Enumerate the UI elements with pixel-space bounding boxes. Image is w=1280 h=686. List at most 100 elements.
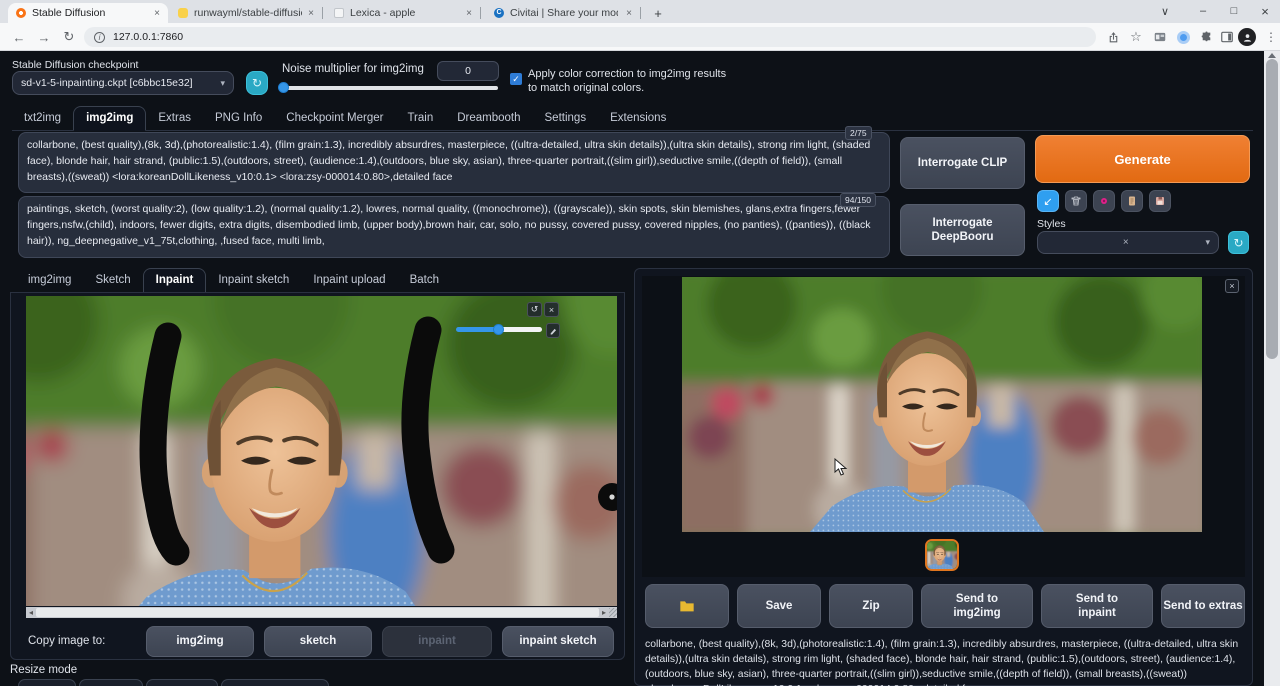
clear-image-button[interactable]: × xyxy=(544,302,559,317)
negative-token-counter: 94/150 xyxy=(840,193,876,207)
window-minimize-button[interactable]: – xyxy=(1190,0,1216,22)
copy-to-inpaint-sketch-button[interactable]: inpaint sketch xyxy=(502,626,614,657)
tab-settings[interactable]: Settings xyxy=(533,107,599,130)
tab-txt2img[interactable]: txt2img xyxy=(12,107,73,130)
browser-menu-icon[interactable]: ⋮ xyxy=(1262,28,1280,46)
new-tab-button[interactable]: + xyxy=(648,3,668,23)
save-style-button[interactable] xyxy=(1149,190,1171,212)
browser-tab-stable-diffusion[interactable]: Stable Diffusion × xyxy=(8,3,168,23)
reload-button[interactable]: ↻ xyxy=(58,26,80,48)
copy-to-sketch-button[interactable]: sketch xyxy=(264,626,372,657)
browser-toolbar: ← → ↻ i 127.0.0.1:7860 ☆ ⋮ xyxy=(0,23,1280,51)
paste-generation-params-button[interactable]: ↙ xyxy=(1037,190,1059,212)
tab-extensions[interactable]: Extensions xyxy=(598,107,678,130)
prompt-token-counter: 2/75 xyxy=(845,126,872,140)
zip-button[interactable]: Zip xyxy=(829,584,913,628)
tab-img2img[interactable]: img2img xyxy=(73,106,146,131)
tab-title: Civitai | Share your models xyxy=(510,7,618,19)
window-maximize-button[interactable]: □ xyxy=(1221,0,1247,22)
extension-circle-icon[interactable] xyxy=(1174,28,1192,46)
tab-extras[interactable]: Extras xyxy=(146,107,203,130)
tab-img2img-mode[interactable]: img2img xyxy=(10,269,83,292)
tab-inpaint-sketch[interactable]: Inpaint sketch xyxy=(206,269,301,292)
browser-tab-civitai[interactable]: C Civitai | Share your models × xyxy=(486,3,640,23)
brush-size-handle[interactable] xyxy=(493,324,504,335)
send-to-img2img-button[interactable]: Send to img2img xyxy=(921,584,1033,628)
resize-grip[interactable] xyxy=(609,608,617,617)
browser-tab-runwayml[interactable]: runwayml/stable-diffusion-inpai × xyxy=(170,3,322,23)
tab-inpaint-upload[interactable]: Inpaint upload xyxy=(301,269,397,292)
extension-grid-icon[interactable] xyxy=(1151,28,1169,46)
address-bar[interactable]: i 127.0.0.1:7860 xyxy=(84,27,1096,47)
tab-close-icon[interactable]: × xyxy=(154,8,160,19)
negative-prompt-textarea[interactable]: paintings, sketch, (worst quality:2), (l… xyxy=(18,196,890,258)
tab-title: Lexica - apple xyxy=(350,7,415,19)
save-button[interactable]: Save xyxy=(737,584,821,628)
noise-multiplier-input[interactable]: 0 xyxy=(437,61,499,81)
profile-avatar[interactable] xyxy=(1238,28,1256,46)
copy-to-img2img-button[interactable]: img2img xyxy=(146,626,254,657)
brush-settings-button[interactable] xyxy=(546,323,560,338)
window-close-button[interactable]: × xyxy=(1252,0,1278,22)
styles-select[interactable]: × ▾ xyxy=(1037,231,1219,254)
tab-checkpoint-merger[interactable]: Checkpoint Merger xyxy=(274,107,395,130)
page-scrollbar[interactable] xyxy=(1264,51,1280,686)
forward-button[interactable]: → xyxy=(33,26,55,48)
hscroll-thumb[interactable] xyxy=(36,608,599,617)
noise-multiplier-slider[interactable] xyxy=(282,86,498,90)
send-to-inpaint-button[interactable]: Send to inpaint xyxy=(1041,584,1153,628)
clear-styles-icon[interactable]: × xyxy=(1123,237,1129,248)
checkpoint-value: sd-v1-5-inpainting.ckpt [c6bbc15e32] xyxy=(21,77,193,89)
back-button[interactable]: ← xyxy=(8,26,30,48)
tab-close-icon[interactable]: × xyxy=(466,8,472,19)
tab-inpaint[interactable]: Inpaint xyxy=(143,268,207,293)
generation-info-text: collarbone, (best quality),(8k, 3d),(pho… xyxy=(645,637,1245,686)
tab-dreambooth[interactable]: Dreambooth xyxy=(445,107,532,130)
resize-option-1[interactable] xyxy=(18,679,76,686)
clear-prompt-button[interactable] xyxy=(1065,190,1087,212)
scroll-right-icon[interactable]: ▸ xyxy=(599,608,609,617)
copy-image-to-label: Copy image to: xyxy=(28,635,105,647)
send-to-extras-button[interactable]: Send to extras xyxy=(1161,584,1245,628)
resize-option-2[interactable] xyxy=(79,679,143,686)
extra-networks-button[interactable] xyxy=(1093,190,1115,212)
tab-train[interactable]: Train xyxy=(395,107,445,130)
share-icon[interactable] xyxy=(1104,28,1122,46)
bookmark-star-icon[interactable]: ☆ xyxy=(1127,28,1145,46)
tab-batch[interactable]: Batch xyxy=(398,269,451,292)
canvas-hscrollbar[interactable]: ◂ ▸ xyxy=(26,607,617,618)
lexica-favicon xyxy=(334,8,344,18)
extensions-puzzle-icon[interactable] xyxy=(1197,28,1215,46)
result-image[interactable] xyxy=(682,277,1202,532)
mouse-cursor xyxy=(834,458,848,476)
close-gallery-button[interactable]: × xyxy=(1225,279,1239,293)
interrogate-deepbooru-button[interactable]: Interrogate DeepBooru xyxy=(900,204,1025,256)
inpaint-canvas[interactable] xyxy=(26,296,617,606)
tab-png-info[interactable]: PNG Info xyxy=(203,107,274,130)
main-tabs: txt2img img2img Extras PNG Info Checkpoi… xyxy=(12,106,1253,131)
browser-tab-lexica[interactable]: Lexica - apple × xyxy=(326,3,480,23)
prompt-textarea[interactable]: collarbone, (best quality),(8k, 3d),(pho… xyxy=(18,132,890,193)
gallery-thumbnail[interactable] xyxy=(925,539,959,571)
tab-close-icon[interactable]: × xyxy=(308,8,314,19)
huggingface-favicon xyxy=(178,8,188,18)
tab-sketch[interactable]: Sketch xyxy=(83,269,142,292)
side-panel-icon[interactable] xyxy=(1218,28,1236,46)
checkpoint-select[interactable]: sd-v1-5-inpainting.ckpt [c6bbc15e32] ▾ xyxy=(12,71,234,95)
refresh-checkpoint-button[interactable]: ↻ xyxy=(246,71,268,95)
tab-close-icon[interactable]: × xyxy=(626,8,632,19)
window-menu-icon[interactable]: ∨ xyxy=(1152,0,1178,22)
apply-style-button[interactable] xyxy=(1121,190,1143,212)
refresh-styles-button[interactable]: ↻ xyxy=(1228,231,1249,254)
resize-option-3[interactable] xyxy=(146,679,218,686)
open-folder-button[interactable] xyxy=(645,584,729,628)
resize-option-4[interactable] xyxy=(221,679,329,686)
scroll-left-icon[interactable]: ◂ xyxy=(26,608,36,617)
color-correction-checkbox[interactable]: ✓ xyxy=(510,73,522,85)
interrogate-clip-button[interactable]: Interrogate CLIP xyxy=(900,137,1025,189)
generate-button[interactable]: Generate xyxy=(1035,135,1250,183)
noise-slider-handle[interactable] xyxy=(278,82,289,93)
undo-brush-button[interactable]: ↺ xyxy=(527,302,542,317)
site-info-icon[interactable]: i xyxy=(94,32,105,43)
page-scroll-thumb[interactable] xyxy=(1266,59,1278,359)
